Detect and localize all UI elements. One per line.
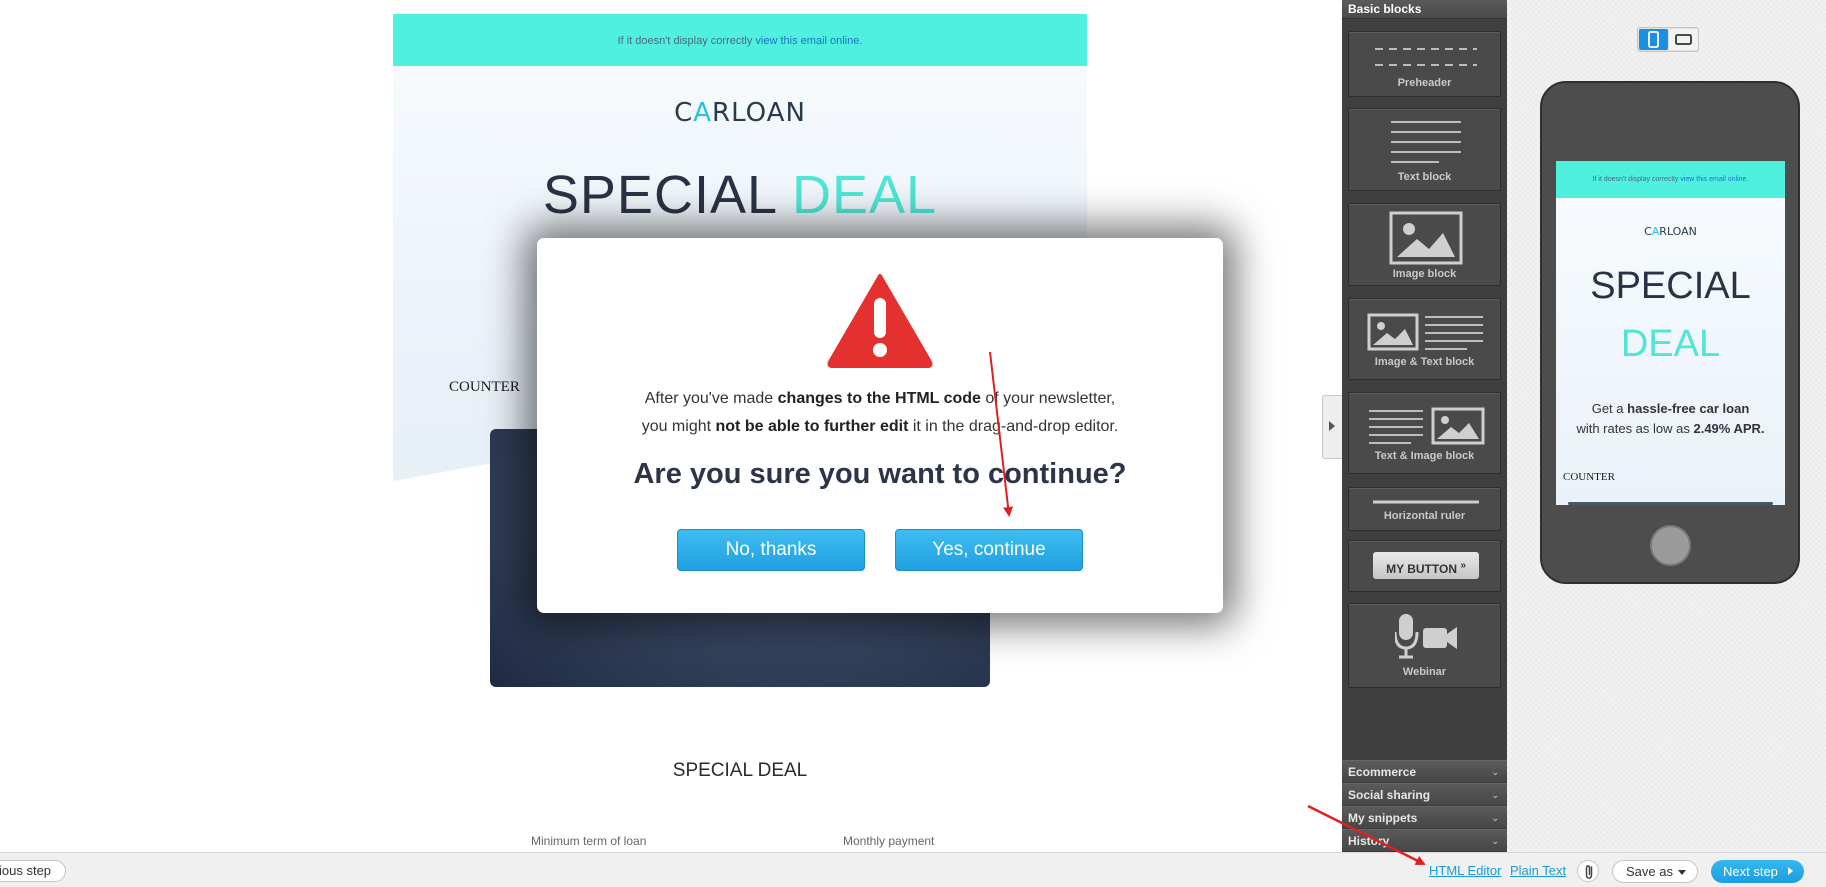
text-block-icon bbox=[1391, 121, 1461, 163]
mobile-view-button[interactable] bbox=[1639, 29, 1668, 50]
basic-blocks-header[interactable]: Basic blocks bbox=[1342, 0, 1507, 19]
block-label: Image block bbox=[1392, 268, 1457, 280]
block-label: Text block bbox=[1397, 171, 1452, 183]
desktop-view-button[interactable] bbox=[1669, 29, 1698, 50]
blocks-panel: Basic blocks Preheader Text block Image … bbox=[1342, 0, 1507, 852]
previous-step-button[interactable]: ious step bbox=[0, 860, 66, 882]
email-section-title[interactable]: SPECIAL DEAL bbox=[393, 760, 1087, 782]
mobile-preheader: If it doesn't display correctly view thi… bbox=[1556, 161, 1785, 198]
category-ecommerce[interactable]: Ecommerce ⌄ bbox=[1342, 760, 1507, 782]
mobile-device-icon bbox=[1648, 31, 1659, 48]
block-webinar[interactable]: Webinar bbox=[1348, 603, 1501, 688]
email-detail-label-payment[interactable]: Monthly payment bbox=[843, 834, 934, 848]
logo-text-1: C bbox=[674, 98, 694, 128]
category-social-sharing[interactable]: Social sharing ⌄ bbox=[1342, 783, 1507, 805]
no-thanks-button[interactable]: No, thanks bbox=[677, 529, 865, 571]
mobile-preview-area: If it doesn't display correctly view thi… bbox=[1507, 0, 1826, 852]
mobile-text-line-2: with rates as low as 2.49% APR. bbox=[1576, 421, 1765, 436]
block-image[interactable]: Image block bbox=[1348, 203, 1501, 286]
mobile-title-deal: DEAL bbox=[1620, 323, 1721, 365]
preheader-text: If it doesn't display correctly bbox=[617, 35, 756, 47]
dialog-message-line-2: you might not be able to further edit it… bbox=[641, 418, 1119, 435]
phone-screen[interactable]: If it doesn't display correctly view thi… bbox=[1556, 161, 1785, 505]
block-label: Text & Image block bbox=[1374, 450, 1475, 462]
save-as-dropdown[interactable]: Save as bbox=[1612, 860, 1698, 883]
mobile-view-online-link: view this email online. bbox=[1680, 176, 1749, 183]
mobile-image-top-edge bbox=[1568, 502, 1773, 505]
email-logo[interactable]: CARLOAN bbox=[393, 98, 1087, 128]
email-hero-title[interactable]: SPECIAL DEAL bbox=[393, 164, 1087, 226]
phone-home-button bbox=[1650, 525, 1691, 566]
paperclip-icon bbox=[1585, 865, 1593, 879]
block-label: Image & Text block bbox=[1374, 356, 1475, 368]
webinar-microphone-camera-icon bbox=[1395, 614, 1457, 659]
block-text-image[interactable]: Text & Image block bbox=[1348, 392, 1501, 474]
html-editor-link[interactable]: HTML Editor bbox=[1429, 863, 1501, 878]
desktop-device-icon bbox=[1675, 34, 1692, 45]
chevron-down-icon: ⌄ bbox=[1491, 836, 1499, 846]
block-horizontal-ruler[interactable]: Horizontal ruler bbox=[1348, 487, 1501, 531]
block-label: Webinar bbox=[1402, 666, 1447, 678]
mobile-logo: CARLOAN bbox=[1644, 225, 1697, 238]
email-counter-label[interactable]: COUNTER bbox=[449, 379, 520, 396]
block-image-text[interactable]: Image & Text block bbox=[1348, 298, 1501, 380]
panel-collapse-handle[interactable] bbox=[1322, 395, 1342, 459]
email-preheader[interactable]: If it doesn't display correctly view thi… bbox=[393, 14, 1087, 66]
attachment-button[interactable] bbox=[1577, 860, 1599, 882]
mobile-title-special: SPECIAL bbox=[1590, 265, 1751, 307]
my-button-preview: MY BUTTON » bbox=[1373, 552, 1479, 579]
block-text[interactable]: Text block bbox=[1348, 108, 1501, 191]
chevron-down-icon: ⌄ bbox=[1491, 813, 1499, 823]
dialog-message-line-1: After you've made changes to the HTML co… bbox=[644, 390, 1116, 407]
title-special: SPECIAL bbox=[542, 165, 776, 225]
preheader-block-icon bbox=[1375, 48, 1477, 66]
chevron-down-icon: ⌄ bbox=[1491, 767, 1499, 777]
image-text-block-icon bbox=[1367, 313, 1483, 351]
block-button[interactable]: MY BUTTON » bbox=[1348, 540, 1501, 592]
triangle-right-icon bbox=[1788, 867, 1793, 875]
mobile-counter-label: COUNTER bbox=[1563, 471, 1615, 483]
logo-text-2: RLOAN bbox=[712, 98, 806, 128]
text-image-block-icon bbox=[1369, 407, 1485, 445]
phone-frame: If it doesn't display correctly view thi… bbox=[1540, 81, 1800, 584]
block-label: Horizontal ruler bbox=[1383, 510, 1466, 522]
category-history[interactable]: History ⌄ bbox=[1342, 829, 1507, 851]
email-detail-label-term[interactable]: Minimum term of loan bbox=[531, 834, 646, 848]
plain-text-link[interactable]: Plain Text bbox=[1510, 863, 1566, 878]
image-block-icon bbox=[1389, 211, 1463, 265]
block-label: Preheader bbox=[1397, 77, 1452, 89]
chevron-down-icon: ⌄ bbox=[1491, 790, 1499, 800]
logo-text-accent: A bbox=[693, 98, 713, 128]
mobile-text-line-1: Get a hassle-free car loan bbox=[1591, 401, 1750, 416]
warning-triangle-icon bbox=[827, 274, 933, 368]
chevron-right-icon bbox=[1329, 421, 1335, 431]
device-toggle bbox=[1637, 27, 1699, 52]
next-step-button[interactable]: Next step bbox=[1711, 860, 1804, 883]
category-my-snippets[interactable]: My snippets ⌄ bbox=[1342, 806, 1507, 828]
title-deal: DEAL bbox=[792, 165, 938, 225]
html-editor-confirm-dialog: After you've made changes to the HTML co… bbox=[537, 238, 1223, 613]
view-online-link[interactable]: view this email online. bbox=[755, 35, 862, 47]
block-preheader[interactable]: Preheader bbox=[1348, 31, 1501, 97]
bottom-toolbar: ious step HTML Editor Plain Text Save as… bbox=[0, 852, 1826, 887]
caret-down-icon bbox=[1678, 870, 1686, 875]
yes-continue-button[interactable]: Yes, continue bbox=[895, 529, 1083, 571]
dialog-question: Are you sure you want to continue? bbox=[633, 458, 1127, 490]
ruler-block-icon bbox=[1373, 500, 1479, 504]
email-editor-app: If it doesn't display correctly view thi… bbox=[0, 0, 1826, 887]
